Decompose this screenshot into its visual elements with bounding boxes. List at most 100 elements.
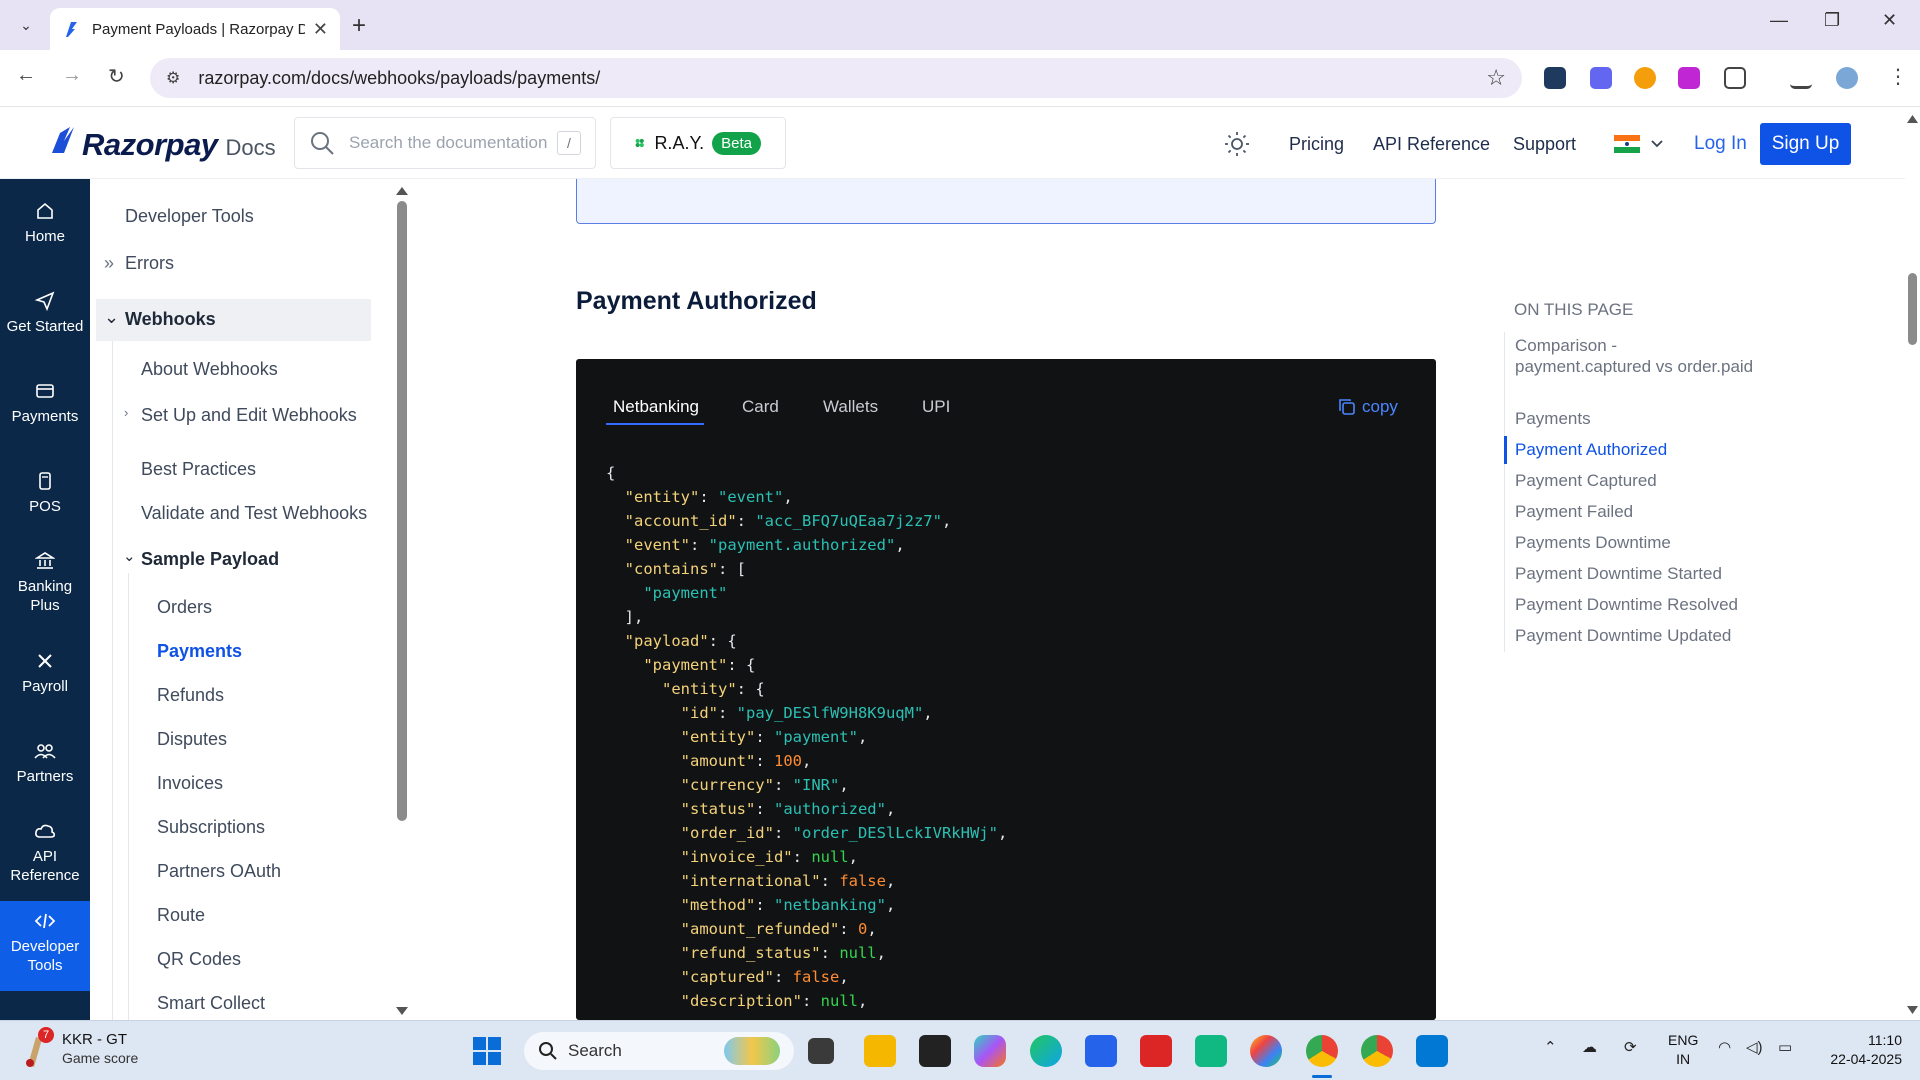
scroll-up-icon[interactable] — [394, 185, 410, 197]
sidebar-item-webhooks[interactable]: Webhooks — [125, 309, 216, 330]
sidebar-item-smart-collect[interactable]: Smart Collect — [157, 993, 265, 1014]
page-scrollbar[interactable] — [1905, 107, 1920, 1020]
extension-icon[interactable] — [1544, 67, 1566, 89]
toc-item-payments-downtime[interactable]: Payments Downtime — [1515, 532, 1755, 553]
volume-icon[interactable]: ◁) — [1746, 1038, 1763, 1056]
media-control-icon[interactable] — [1790, 67, 1812, 89]
sidebar-item-setup-webhooks[interactable]: Set Up and Edit Webhooks — [141, 405, 357, 426]
battery-icon[interactable]: ▭ — [1778, 1038, 1792, 1056]
sidebar-item-about-webhooks[interactable]: About Webhooks — [141, 359, 278, 380]
taskbar-search-input[interactable]: Search — [524, 1032, 794, 1070]
toc-item-downtime-started[interactable]: Payment Downtime Started — [1515, 563, 1755, 584]
country-selector[interactable] — [1614, 135, 1664, 153]
restore-button[interactable]: ❐ — [1824, 10, 1840, 31]
sidebar-item-subscriptions[interactable]: Subscriptions — [157, 817, 265, 838]
tab-search-button[interactable]: ⌄ — [10, 10, 42, 40]
sidebar-item-refunds[interactable]: Refunds — [157, 685, 224, 706]
browser-tab[interactable]: Payment Payloads | Razorpay D ✕ — [50, 8, 340, 50]
theme-sun-icon[interactable] — [1224, 131, 1250, 157]
toc-item-downtime-updated[interactable]: Payment Downtime Updated — [1515, 625, 1755, 646]
nav-api-reference-link[interactable]: API Reference — [1373, 134, 1490, 155]
toc-item-payment-failed[interactable]: Payment Failed — [1515, 501, 1755, 522]
tab-card[interactable]: Card — [742, 397, 779, 417]
language-indicator[interactable]: ENG IN — [1668, 1031, 1698, 1069]
rail-item-payments[interactable]: Payments — [0, 381, 90, 451]
task-view-icon[interactable] — [808, 1038, 834, 1064]
store-icon[interactable] — [1085, 1035, 1117, 1067]
docs-search-input[interactable]: Search the documentation / — [294, 117, 596, 169]
photos-icon[interactable] — [1250, 1035, 1282, 1067]
extensions-puzzle-icon[interactable] — [1724, 67, 1746, 89]
wifi-icon[interactable]: ◠ — [1718, 1038, 1731, 1056]
sidebar-item-invoices[interactable]: Invoices — [157, 773, 223, 794]
tab-close-icon[interactable]: ✕ — [313, 19, 328, 40]
minimize-button[interactable]: — — [1770, 10, 1788, 31]
tab-wallets[interactable]: Wallets — [823, 397, 878, 417]
sidebar-scrollbar[interactable] — [394, 179, 410, 1020]
chevron-down-icon[interactable]: ⌄ — [123, 547, 136, 565]
toc-item-payment-captured[interactable]: Payment Captured — [1515, 470, 1755, 491]
sidebar-item-payments[interactable]: Payments — [157, 641, 242, 662]
scrollbar-thumb[interactable] — [1908, 273, 1917, 345]
url-text[interactable]: razorpay.com/docs/webhooks/payloads/paym… — [198, 68, 1486, 89]
omnibox[interactable]: ⚙ razorpay.com/docs/webhooks/payloads/pa… — [150, 58, 1522, 98]
scrollbar-thumb[interactable] — [397, 201, 407, 821]
site-settings-icon[interactable]: ⚙ — [166, 68, 180, 88]
ray-assistant-button[interactable]: R.A.Y. Beta — [610, 117, 786, 169]
profile-avatar[interactable] — [1836, 67, 1858, 89]
extension-icon[interactable] — [1634, 67, 1656, 89]
scroll-down-icon[interactable] — [394, 1005, 410, 1017]
tab-upi[interactable]: UPI — [922, 397, 950, 417]
tray-overflow-icon[interactable]: ⌃ — [1544, 1038, 1557, 1056]
sidebar-item-errors[interactable]: Errors — [125, 253, 174, 274]
chevron-down-icon[interactable]: ⌄ — [104, 307, 119, 328]
vscode-icon[interactable] — [1416, 1035, 1448, 1067]
chrome-profile-icon[interactable] — [1361, 1035, 1393, 1067]
meet-icon[interactable] — [1195, 1035, 1227, 1067]
sync-icon[interactable]: ⟳ — [1624, 1038, 1637, 1056]
nav-pricing-link[interactable]: Pricing — [1289, 134, 1344, 155]
rail-item-get-started[interactable]: Get Started — [0, 291, 90, 361]
file-explorer-icon[interactable] — [864, 1035, 896, 1067]
toc-item-payment-authorized[interactable]: Payment Authorized — [1515, 439, 1755, 460]
rail-item-developer-tools[interactable]: Developer Tools — [0, 901, 90, 991]
terminal-icon[interactable] — [919, 1035, 951, 1067]
scroll-down-icon[interactable] — [1905, 1004, 1920, 1016]
sidebar-item-sample-payload[interactable]: Sample Payload — [141, 549, 279, 570]
toc-item-downtime-resolved[interactable]: Payment Downtime Resolved — [1515, 594, 1755, 615]
scroll-up-icon[interactable] — [1905, 113, 1920, 125]
extension-icon[interactable] — [1678, 67, 1700, 89]
rail-item-api-reference[interactable]: API Reference — [0, 821, 90, 901]
sidebar-item-route[interactable]: Route — [157, 905, 205, 926]
extension-icon[interactable] — [1590, 67, 1612, 89]
copy-button[interactable]: copy — [1338, 397, 1398, 417]
reload-button[interactable]: ↻ — [108, 64, 125, 89]
rail-item-banking-plus[interactable]: Banking Plus — [0, 551, 90, 631]
expand-icon[interactable]: » — [104, 253, 114, 274]
signup-button[interactable]: Sign Up — [1760, 123, 1851, 165]
toc-item-payments[interactable]: Payments — [1515, 408, 1755, 429]
chevron-right-icon[interactable]: › — [124, 405, 128, 420]
windows-start-icon[interactable] — [472, 1036, 502, 1066]
sidebar-item-developer-tools[interactable]: Developer Tools — [125, 206, 254, 227]
login-link[interactable]: Log In — [1694, 133, 1747, 155]
system-clock[interactable]: 11:10 22-04-2025 — [1818, 1031, 1902, 1069]
bookmark-star-icon[interactable]: ☆ — [1486, 65, 1506, 91]
sidebar-item-disputes[interactable]: Disputes — [157, 729, 227, 750]
back-button[interactable]: ← — [16, 64, 36, 87]
razorpay-logo[interactable]: Razorpay Docs — [50, 123, 276, 163]
tab-netbanking[interactable]: Netbanking — [613, 397, 699, 417]
toc-item-comparison[interactable]: Comparison - payment.captured vs order.p… — [1515, 335, 1755, 377]
forward-button[interactable]: → — [62, 64, 82, 87]
sidebar-item-partners-oauth[interactable]: Partners OAuth — [157, 861, 281, 882]
rail-item-partners[interactable]: Partners — [0, 741, 90, 811]
rail-item-home[interactable]: Home — [0, 201, 90, 271]
edge-icon[interactable] — [1030, 1035, 1062, 1067]
sports-widget[interactable]: 7 KKR - GT Game score — [22, 1027, 138, 1069]
sidebar-item-best-practices[interactable]: Best Practices — [141, 459, 256, 480]
sidebar-item-validate-test[interactable]: Validate and Test Webhooks — [141, 503, 367, 524]
mcafee-icon[interactable] — [1140, 1035, 1172, 1067]
new-tab-button[interactable]: + — [352, 12, 366, 40]
rail-item-payroll[interactable]: Payroll — [0, 651, 90, 721]
nav-support-link[interactable]: Support — [1513, 134, 1576, 155]
